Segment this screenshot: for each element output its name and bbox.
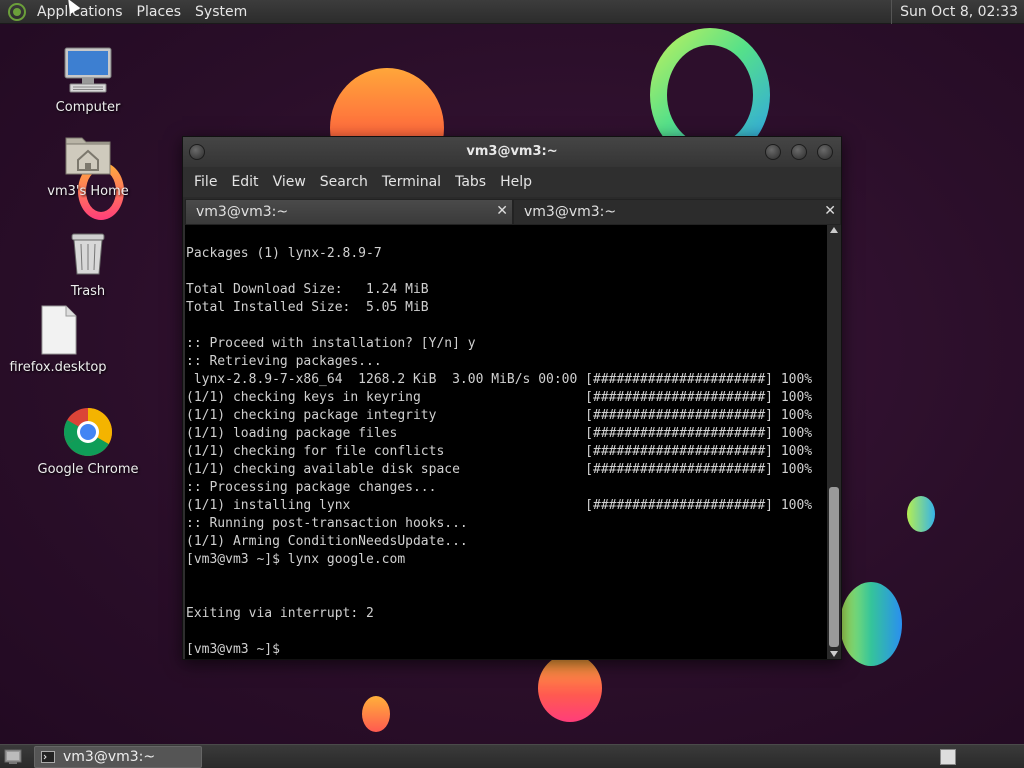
clock[interactable]: Sun Oct 8, 02:33 — [891, 0, 1024, 24]
terminal-line: :: Retrieving packages... — [186, 354, 382, 369]
menu-applications[interactable]: Applications — [30, 4, 130, 20]
desktop-icon-home[interactable]: vm3's Home — [28, 128, 148, 199]
trash-icon — [62, 228, 114, 280]
wallpaper-orange-pink-blob — [538, 654, 602, 722]
menu-search[interactable]: Search — [313, 174, 375, 190]
menu-tabs[interactable]: Tabs — [448, 174, 493, 190]
scroll-down-arrow-icon[interactable] — [830, 651, 838, 657]
wallpaper-orange-dot — [362, 696, 390, 732]
top-panel: Applications Places System Sun Oct 8, 02… — [0, 0, 1024, 24]
desktop-icon-trash[interactable]: Trash — [28, 228, 148, 299]
tab-terminal-1[interactable]: vm3@vm3:~ ✕ — [185, 199, 513, 225]
bottom-panel: vm3@vm3:~ — [0, 744, 1024, 768]
workspace-switcher[interactable] — [940, 749, 956, 765]
tab-label: vm3@vm3:~ — [524, 204, 617, 220]
desktop-icon-label: Google Chrome — [37, 462, 139, 477]
terminal-line: (1/1) installing lynx [#################… — [186, 498, 813, 513]
terminal-line: (1/1) Arming ConditionNeedsUpdate... — [186, 534, 468, 549]
terminal-line: (1/1) checking keys in keyring [########… — [186, 390, 813, 405]
terminal-icon — [41, 751, 55, 763]
menu-places[interactable]: Places — [130, 4, 189, 20]
tab-close-icon[interactable]: ✕ — [496, 203, 508, 219]
terminal-menubar: File Edit View Search Terminal Tabs Help — [183, 167, 841, 197]
terminal-line: (1/1) loading package files [###########… — [186, 426, 813, 441]
tab-close-icon[interactable]: ✕ — [824, 203, 836, 219]
terminal-line: (1/1) checking available disk space [###… — [186, 462, 813, 477]
terminal-line: Total Download Size: 1.24 MiB — [186, 282, 429, 297]
terminal-line: Total Installed Size: 5.05 MiB — [186, 300, 429, 315]
terminal-line: :: Running post-transaction hooks... — [186, 516, 468, 531]
menu-help[interactable]: Help — [493, 174, 539, 190]
close-icon[interactable] — [817, 144, 833, 160]
desktop-icon-label: Trash — [70, 284, 106, 299]
computer-icon — [62, 44, 114, 96]
terminal-window: vm3@vm3:~ File Edit View Search Terminal… — [182, 136, 842, 660]
terminal-line: :: Proceed with installation? [Y/n] y — [186, 336, 476, 351]
scroll-up-arrow-icon[interactable] — [830, 227, 838, 233]
terminal-line: (1/1) checking package integrity [######… — [186, 408, 813, 423]
terminal-text: Packages (1) lynx-2.8.9-7 Total Download… — [185, 225, 827, 659]
window-titlebar[interactable]: vm3@vm3:~ — [183, 137, 841, 167]
menu-edit[interactable]: Edit — [224, 174, 265, 190]
terminal-line: lynx-2.8.9-7-x86_64 1268.2 KiB 3.00 MiB/… — [186, 372, 813, 387]
taskbar-window-label: vm3@vm3:~ — [63, 749, 156, 765]
terminal-line: [vm3@vm3 ~]$ lynx google.com — [186, 552, 406, 567]
file-icon — [32, 304, 84, 356]
show-desktop-icon[interactable] — [4, 749, 22, 765]
terminal-tabbar: vm3@vm3:~ ✕ vm3@vm3:~ ✕ — [183, 197, 841, 225]
wallpaper-blue-green-blob — [840, 582, 902, 666]
maximize-icon[interactable] — [791, 144, 807, 160]
terminal-line: :: Processing package changes... — [186, 480, 437, 495]
desktop-icon-label: Computer — [55, 100, 121, 115]
scrollbar-thumb[interactable] — [829, 487, 839, 647]
taskbar-window-button[interactable]: vm3@vm3:~ — [34, 746, 202, 768]
tab-terminal-2[interactable]: vm3@vm3:~ ✕ — [513, 199, 841, 225]
desktop-icon-google-chrome[interactable]: Google Chrome — [28, 406, 148, 477]
desktop-icon-label: vm3's Home — [47, 184, 129, 199]
home-folder-icon — [62, 128, 114, 180]
minimize-icon[interactable] — [765, 144, 781, 160]
terminal-line: [vm3@vm3 ~]$ — [186, 642, 288, 657]
distro-logo-icon[interactable] — [8, 2, 26, 21]
wallpaper-blue-green-dot — [907, 496, 935, 532]
menu-terminal[interactable]: Terminal — [375, 174, 448, 190]
chrome-icon — [62, 406, 114, 458]
desktop-icon-computer[interactable]: Computer — [28, 44, 148, 115]
menu-file[interactable]: File — [187, 174, 224, 190]
window-title: vm3@vm3:~ — [466, 144, 558, 159]
menu-system[interactable]: System — [188, 4, 254, 20]
terminal-line: Packages (1) lynx-2.8.9-7 — [186, 246, 382, 261]
terminal-output[interactable]: Packages (1) lynx-2.8.9-7 Total Download… — [185, 225, 827, 659]
terminal-line: (1/1) checking for file conflicts [#####… — [186, 444, 813, 459]
desktop-icon-firefox-file[interactable]: firefox.desktop — [0, 304, 118, 375]
terminal-scrollbar[interactable] — [827, 225, 841, 659]
tab-label: vm3@vm3:~ — [196, 204, 289, 220]
desktop-icon-label: firefox.desktop — [9, 360, 107, 375]
terminal-line: Exiting via interrupt: 2 — [186, 606, 374, 621]
menu-view[interactable]: View — [266, 174, 313, 190]
